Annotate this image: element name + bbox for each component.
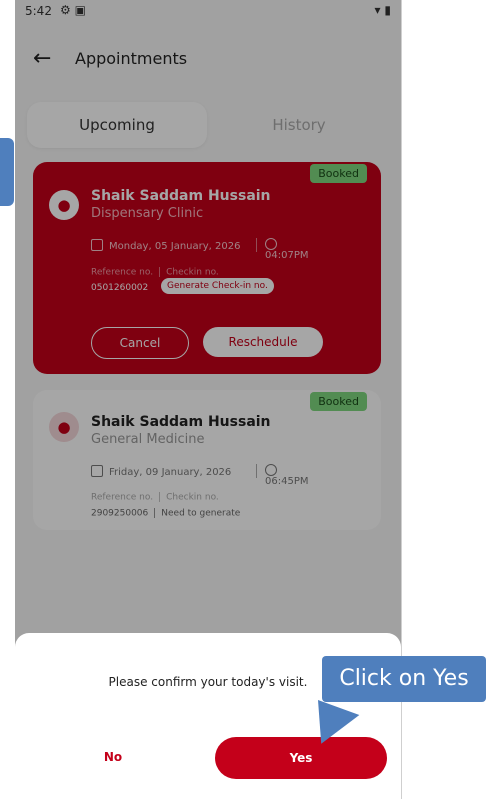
no-button[interactable]: No [93, 750, 133, 764]
yes-button[interactable]: Yes [215, 737, 387, 779]
instruction-callout: Click on Yes [322, 656, 486, 702]
annotation-marker [0, 138, 14, 206]
